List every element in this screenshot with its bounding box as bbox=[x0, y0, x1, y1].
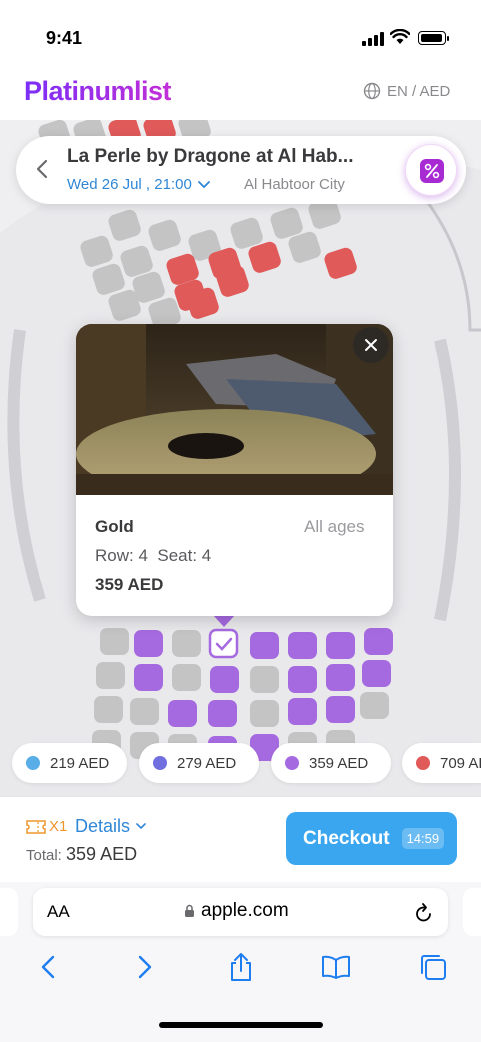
chevron-down-icon bbox=[136, 823, 146, 830]
details-label: Details bbox=[75, 816, 131, 836]
reservation-timer: 14:59 bbox=[401, 828, 445, 849]
seat-unavailable[interactable] bbox=[250, 700, 279, 727]
locale-selector[interactable]: EN / AED bbox=[363, 82, 450, 100]
seat-available[interactable] bbox=[326, 632, 355, 659]
seat-available[interactable] bbox=[364, 628, 393, 655]
price-legend-709[interactable]: 709 AED bbox=[402, 743, 481, 783]
share-button[interactable] bbox=[226, 952, 256, 982]
price-legend-label: 219 AED bbox=[50, 754, 110, 772]
browser-forward-button[interactable] bbox=[130, 952, 160, 982]
globe-icon bbox=[363, 82, 381, 100]
chevron-right-icon bbox=[138, 955, 152, 979]
seat-unavailable[interactable] bbox=[94, 696, 123, 723]
seat-available[interactable] bbox=[210, 666, 239, 693]
details-toggle[interactable]: Details bbox=[75, 816, 146, 837]
age-restriction: All ages bbox=[304, 517, 365, 536]
price-legend-label: 279 AED bbox=[177, 754, 237, 772]
seat-available[interactable] bbox=[326, 696, 355, 723]
seat-available[interactable] bbox=[362, 660, 391, 687]
tabs-button[interactable] bbox=[418, 952, 448, 982]
seat-available[interactable] bbox=[134, 630, 163, 657]
price-legend-label: 359 AED bbox=[309, 754, 369, 772]
seat-available[interactable] bbox=[326, 664, 355, 691]
close-icon bbox=[365, 339, 377, 351]
price-legend-359[interactable]: 359 AED bbox=[271, 743, 391, 783]
share-icon bbox=[231, 953, 251, 981]
tabs-icon bbox=[421, 955, 446, 980]
seat-tier: Gold bbox=[95, 517, 134, 536]
seat-price: 359 AED bbox=[95, 575, 164, 594]
chevron-down-icon bbox=[197, 180, 210, 188]
text-size-button[interactable]: AA bbox=[47, 902, 70, 922]
seat-unavailable[interactable] bbox=[360, 692, 389, 719]
ticket-count: X1 bbox=[26, 818, 67, 835]
seat-available[interactable] bbox=[288, 698, 317, 725]
url-display[interactable]: apple.com bbox=[184, 900, 289, 922]
seat-details-popup bbox=[76, 324, 393, 616]
lock-icon bbox=[185, 904, 194, 917]
seat-available[interactable] bbox=[288, 666, 317, 693]
seat-unavailable[interactable] bbox=[96, 662, 125, 689]
status-bar: 9:41 bbox=[0, 0, 481, 70]
home-indicator bbox=[159, 1022, 323, 1028]
event-date: Wed 26 Jul , 21:00 bbox=[67, 176, 192, 193]
wifi-icon bbox=[390, 29, 410, 44]
price-legend-219[interactable]: 219 AED bbox=[12, 743, 127, 783]
percent-icon bbox=[420, 159, 444, 183]
seat-selected[interactable] bbox=[208, 628, 239, 659]
seat-unavailable[interactable] bbox=[100, 628, 129, 655]
ticket-count-label: X1 bbox=[49, 818, 68, 835]
price-color-dot bbox=[285, 756, 299, 770]
seat-available[interactable] bbox=[134, 664, 163, 691]
seat-available[interactable] bbox=[208, 700, 237, 727]
venue-view-image bbox=[76, 324, 393, 495]
platinumlist-logo[interactable]: Platinumlist bbox=[24, 76, 172, 107]
next-tab-peek[interactable] bbox=[463, 888, 481, 936]
book-icon bbox=[322, 955, 350, 979]
event-title: La Perle by Dragone at Al Hab... bbox=[67, 146, 354, 167]
status-time: 9:41 bbox=[46, 28, 83, 48]
price-color-dot bbox=[26, 756, 40, 770]
seat-available[interactable] bbox=[168, 700, 197, 727]
total-value: 359 AED bbox=[66, 844, 138, 864]
total-label: Total: bbox=[26, 847, 62, 864]
seat-unavailable[interactable] bbox=[130, 698, 159, 725]
price-color-dot bbox=[416, 756, 430, 770]
url-text: apple.com bbox=[201, 900, 289, 921]
previous-tab-peek[interactable] bbox=[0, 888, 18, 936]
locale-label: EN / AED bbox=[387, 82, 451, 100]
seat-available[interactable] bbox=[288, 632, 317, 659]
close-popup-button[interactable] bbox=[353, 327, 389, 363]
price-legend-279[interactable]: 279 AED bbox=[139, 743, 259, 783]
price-legend-label: 709 AED bbox=[440, 754, 481, 772]
order-total: Total: 359 AED bbox=[26, 844, 137, 865]
brand-header: Platinumlist EN / AED bbox=[0, 70, 481, 120]
bookmarks-button[interactable] bbox=[321, 952, 351, 982]
seat-row-info: Row: 4 Seat: 4 bbox=[95, 546, 212, 565]
seat-unavailable[interactable] bbox=[250, 666, 279, 693]
browser-back-button[interactable] bbox=[33, 952, 63, 982]
seat-unavailable[interactable] bbox=[172, 664, 201, 691]
checkout-label: Checkout bbox=[303, 827, 390, 849]
price-color-dot bbox=[153, 756, 167, 770]
ticket-icon bbox=[26, 819, 46, 834]
seat-unavailable[interactable] bbox=[172, 630, 201, 657]
chevron-left-icon bbox=[41, 955, 55, 979]
back-chevron-icon[interactable] bbox=[36, 159, 48, 179]
reload-icon[interactable] bbox=[414, 902, 434, 924]
battery-icon bbox=[418, 31, 449, 45]
promo-code-button[interactable] bbox=[405, 144, 457, 196]
checkout-button[interactable]: Checkout 14:59 bbox=[286, 812, 457, 865]
event-date-selector[interactable]: Wed 26 Jul , 21:00 bbox=[67, 176, 210, 193]
cellular-signal-icon bbox=[362, 32, 384, 46]
seat-available[interactable] bbox=[250, 632, 279, 659]
event-venue: Al Habtoor City bbox=[244, 176, 345, 193]
